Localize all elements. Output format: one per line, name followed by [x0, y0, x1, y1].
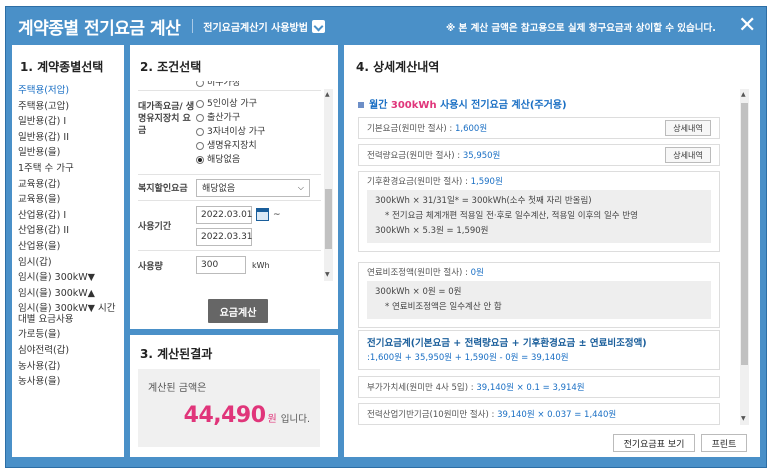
contract-type-item[interactable]: 산업용(갑) II — [18, 223, 120, 239]
scroll-down-icon[interactable]: ▼ — [325, 271, 330, 279]
square-bullet-icon — [358, 102, 364, 108]
radio-label: 생명유지장치 — [207, 141, 257, 151]
contract-heading: 1. 계약종별선택 — [20, 60, 104, 74]
sum-row: 전기요금계(기본요금 + 전력량요금 + 기후환경요금 ± 연료비조정액) :1… — [358, 330, 720, 370]
window-title: 계약종별 전기요금 계산 — [18, 18, 181, 39]
welfare-label: 복지할인요금 — [138, 184, 188, 194]
contract-type-item[interactable]: 임시(을) 300kW▼ — [18, 270, 120, 286]
radio-icon — [196, 142, 204, 150]
scroll-up-icon[interactable]: ▲ — [325, 91, 330, 99]
rate-table-button[interactable]: 전기요금표 보기 — [613, 434, 695, 452]
fuel-adjust-row: 연료비조정액(원미만 절사) : 0원 300kWh × 0원 = 0원 * 연… — [358, 262, 720, 328]
scroll-up-icon[interactable]: ▲ — [741, 91, 746, 99]
contract-type-item[interactable]: 가로등(을) — [18, 327, 120, 343]
energy-detail-button[interactable]: 상세내역 — [665, 147, 711, 163]
notice-text: ※ 본 계산 금액은 참고용으로 실제 청구요금과 상이할 수 있습니다. — [446, 23, 716, 34]
climate-calc-box: 300kWh × 31/31일* = 300kWh(소수 첫째 자리 반올림) … — [367, 190, 711, 243]
radio-icon — [196, 156, 204, 164]
detail-scrollbar[interactable]: ▲ ▼ — [740, 89, 749, 425]
contract-type-item[interactable]: 교육용(을) — [18, 192, 120, 208]
result-amount: 44,490 — [183, 403, 266, 428]
vat-row: 부가가치세(원미만 4사 5입) : 39,140원 × 0.1 = 3,914… — [358, 376, 720, 398]
calculate-button[interactable]: 요금계산 — [208, 299, 268, 323]
family-label: 대가족요금/ 생명유지장치 요금 — [138, 102, 195, 136]
contract-type-item[interactable]: 임시(을) 300kW▲ — [18, 286, 120, 302]
print-button[interactable]: 프린트 — [701, 434, 747, 452]
radio-option[interactable]: 5인이상 가구 — [196, 97, 265, 111]
contract-type-item[interactable]: 임시(을) 300kW▼ 시간대별 요금사용 — [18, 303, 120, 325]
chevron-down-icon: ⌵ — [297, 182, 304, 192]
period-to-input[interactable]: 2022.03.31 — [196, 227, 253, 246]
radio-label: 해당없음 — [207, 155, 241, 165]
radio-option[interactable]: 3자녀이상 가구 — [196, 125, 265, 139]
scroll-thumb[interactable] — [325, 189, 332, 249]
energy-fee-row: 전력량요금(원미만 절사) : 35,950원 상세내역 — [358, 144, 720, 166]
contract-type-item[interactable]: 주택용(저압) — [18, 83, 120, 99]
contract-type-item[interactable]: 교육용(갑) — [18, 177, 120, 193]
radio-icon — [196, 100, 204, 108]
chevron-down-icon[interactable] — [311, 19, 325, 33]
contract-type-item[interactable]: 일반용(갑) I — [18, 114, 120, 130]
radio-cutoff[interactable]: 미수가정 — [196, 81, 240, 90]
contract-type-list: 주택용(저압) 주택용(고압) 일반용(갑) I 일반용(갑) II 일반용(을) 1주택… — [18, 83, 120, 390]
base-detail-button[interactable]: 상세내역 — [665, 120, 711, 136]
radio-label: 3자녀이상 가구 — [207, 127, 266, 137]
detail-title: 월간 300kWh 사용시 전기요금 계산(주거용) — [358, 96, 567, 111]
contract-type-panel: 1. 계약종별선택 주택용(저압) 주택용(고압) 일반용(갑) I 일반용(갑) I… — [12, 45, 124, 457]
family-options: 5인이상 가구출산가구 3자녀이상 가구생명유지장치해당없음 — [196, 97, 265, 174]
radio-option[interactable]: 생명유지장치 — [196, 139, 265, 153]
detail-panel: 4. 상세계산내역 월간 300kWh 사용시 전기요금 계산(주거용) 기본요… — [344, 45, 760, 457]
usage-label: 사용량 — [138, 261, 163, 272]
radio-icon — [196, 114, 204, 122]
detail-heading: 4. 상세계산내역 — [356, 60, 440, 74]
contract-type-item[interactable]: 1주택 수 가구 — [18, 161, 120, 177]
radio-option[interactable]: 해당없음 — [196, 153, 265, 167]
base-fee-row: 기본요금(원미만 절사) : 1,600원 상세내역 — [358, 117, 720, 139]
contract-type-item[interactable]: 산업용(갑) I — [18, 208, 120, 224]
title-separator — [192, 19, 194, 33]
conditions-scroll-area: 미수가정 대가족요금/ 생명유지장치 요금 5인이상 가구출산가구 3자녀이상 가… — [138, 81, 321, 281]
climate-fee-row: 기후환경요금(원미만 절사) : 1,590원 300kWh × 31/31일*… — [358, 171, 720, 252]
contract-type-item[interactable]: 농사용(을) — [18, 374, 120, 390]
period-from-input[interactable]: 2022.03.01 — [196, 205, 253, 224]
contract-type-item[interactable]: 임시(갑) — [18, 255, 120, 271]
radio-label: 5인이상 가구 — [207, 99, 257, 109]
contract-type-item[interactable]: 산업용(을) — [18, 239, 120, 255]
radio-option[interactable]: 출산가구 — [196, 111, 265, 125]
contract-type-item[interactable]: 심야전력(갑) — [18, 343, 120, 359]
usage-unit: kWh — [252, 260, 270, 270]
calendar-icon[interactable] — [256, 208, 269, 221]
title-bar: 계약종별 전기요금 계산 전기요금계산기 사용방법 ※ 본 계산 금액은 참고용… — [6, 7, 766, 45]
contract-type-item[interactable]: 일반용(을) — [18, 145, 120, 161]
radio-icon — [196, 81, 204, 87]
result-unit: 원 — [267, 414, 277, 425]
result-suffix: 입니다. — [280, 414, 310, 425]
contract-type-item[interactable]: 농사용(갑) — [18, 359, 120, 375]
fund-row: 전력산업기반기금(10원미만 절사) : 39,140원 × 0.037 = 1… — [358, 403, 720, 425]
conditions-panel: 2. 조건선택 미수가정 대가족요금/ 생명유지장치 요금 5인이상 가구출산가… — [130, 45, 338, 329]
contract-type-item[interactable]: 주택용(고압) — [18, 99, 120, 115]
fuel-calc-box: 300kWh × 0원 = 0원 * 연료비조정액은 일수계산 안 함 — [367, 281, 711, 319]
radio-icon — [196, 128, 204, 136]
welfare-select[interactable]: 해당없음 ⌵ — [196, 178, 310, 197]
radio-label: 출산가구 — [207, 113, 241, 123]
scroll-thumb[interactable] — [741, 103, 748, 365]
howto-link[interactable]: 전기요금계산기 사용방법 — [203, 19, 308, 34]
period-tilde: ~ — [273, 209, 281, 220]
calculator-window: 계약종별 전기요금 계산 전기요금계산기 사용방법 ※ 본 계산 금액은 참고용… — [5, 6, 767, 468]
scroll-down-icon[interactable]: ▼ — [741, 415, 746, 423]
usage-input[interactable]: 300 — [196, 256, 246, 274]
result-box: 계산된 금액은 44,490 원 입니다. — [138, 369, 320, 447]
period-label: 사용기간 — [138, 222, 172, 232]
result-heading: 3. 계산된결과 — [140, 347, 213, 361]
conditions-scrollbar[interactable]: ▲ ▼ — [324, 89, 333, 281]
close-icon[interactable]: ✕ — [738, 15, 756, 37]
result-label: 계산된 금액은 — [148, 383, 207, 394]
result-panel: 3. 계산된결과 계산된 금액은 44,490 원 입니다. — [130, 335, 338, 457]
conditions-heading: 2. 조건선택 — [140, 60, 202, 74]
contract-type-item[interactable]: 일반용(갑) II — [18, 130, 120, 146]
